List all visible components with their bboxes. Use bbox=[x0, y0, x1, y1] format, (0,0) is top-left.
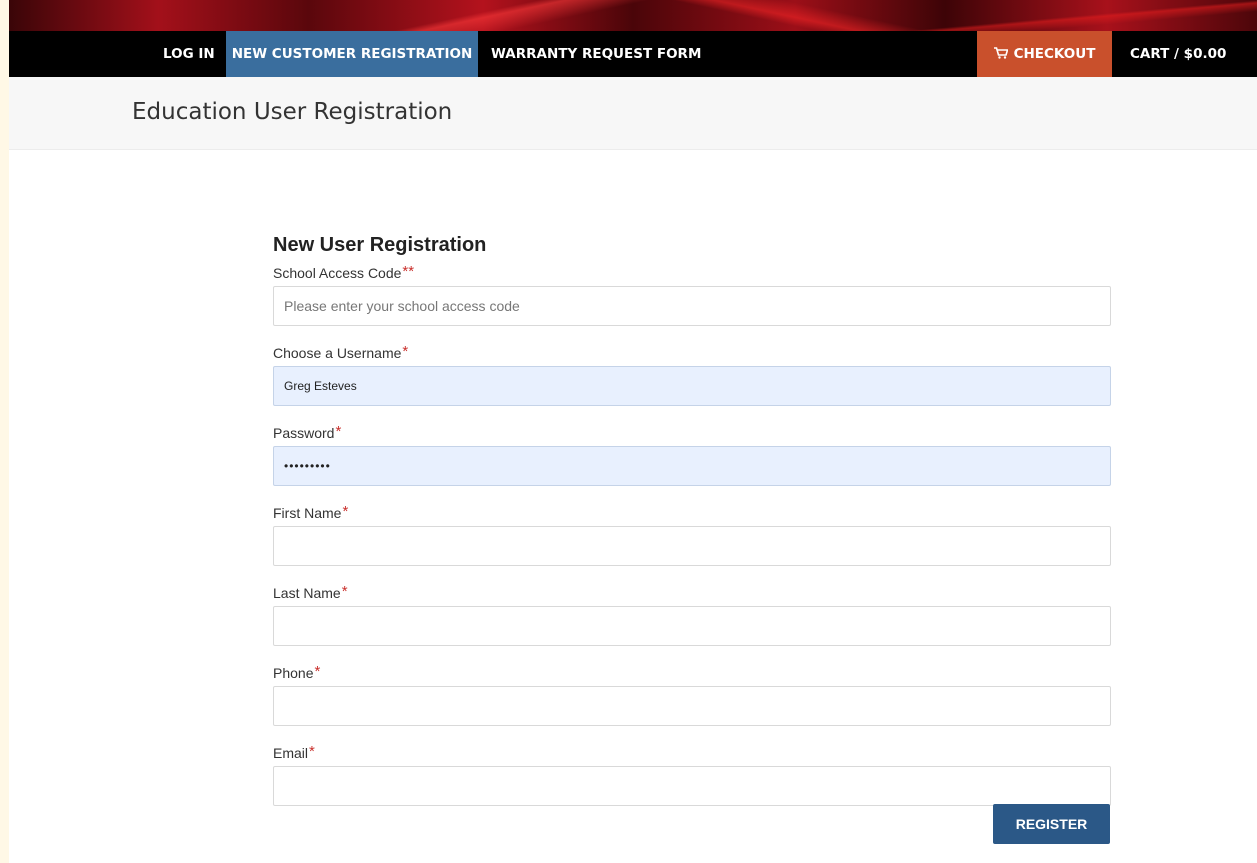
required-marker: * bbox=[335, 423, 342, 440]
cart-total-link[interactable]: CART / $0.00 bbox=[1130, 31, 1226, 77]
school-access-code-input[interactable] bbox=[273, 286, 1111, 326]
username-label: Choose a Username* bbox=[273, 343, 409, 361]
shopping-cart-icon bbox=[993, 32, 1009, 78]
nav-warranty-request-link[interactable]: WARRANTY REQUEST FORM bbox=[491, 31, 701, 77]
form-title: New User Registration bbox=[273, 234, 487, 256]
first-name-label: First Name* bbox=[273, 503, 349, 521]
page: LOG IN NEW CUSTOMER REGISTRATION WARRANT… bbox=[9, 0, 1257, 863]
password-input[interactable] bbox=[273, 446, 1111, 486]
checkout-button[interactable]: CHECKOUT bbox=[977, 31, 1112, 77]
page-title: Education User Registration bbox=[132, 99, 453, 125]
phone-label: Phone* bbox=[273, 663, 321, 681]
required-marker: * bbox=[342, 503, 349, 520]
nav-new-customer-registration-link[interactable]: NEW CUSTOMER REGISTRATION bbox=[226, 31, 478, 77]
checkout-label: CHECKOUT bbox=[1013, 46, 1096, 62]
last-name-label: Last Name* bbox=[273, 583, 348, 601]
nav-login-link[interactable]: LOG IN bbox=[163, 31, 215, 77]
first-name-input[interactable] bbox=[273, 526, 1111, 566]
email-input[interactable] bbox=[273, 766, 1111, 806]
phone-input[interactable] bbox=[273, 686, 1111, 726]
required-marker: * bbox=[309, 743, 315, 760]
username-input[interactable] bbox=[273, 366, 1111, 406]
password-label: Password* bbox=[273, 423, 342, 441]
hero-banner-strip bbox=[9, 0, 1257, 31]
school-access-code-label: School Access Code** bbox=[273, 263, 415, 281]
required-marker: * bbox=[402, 343, 409, 360]
last-name-input[interactable] bbox=[273, 606, 1111, 646]
page-header-bar: Education User Registration bbox=[9, 77, 1257, 150]
top-navbar: LOG IN NEW CUSTOMER REGISTRATION WARRANT… bbox=[9, 31, 1257, 77]
email-label: Email* bbox=[273, 743, 315, 761]
required-marker: * bbox=[314, 663, 321, 680]
registration-form: New User Registration School Access Code… bbox=[273, 232, 1111, 844]
required-marker: * bbox=[341, 583, 348, 600]
register-button[interactable]: REGISTER bbox=[993, 804, 1110, 844]
required-marker: ** bbox=[402, 263, 415, 280]
